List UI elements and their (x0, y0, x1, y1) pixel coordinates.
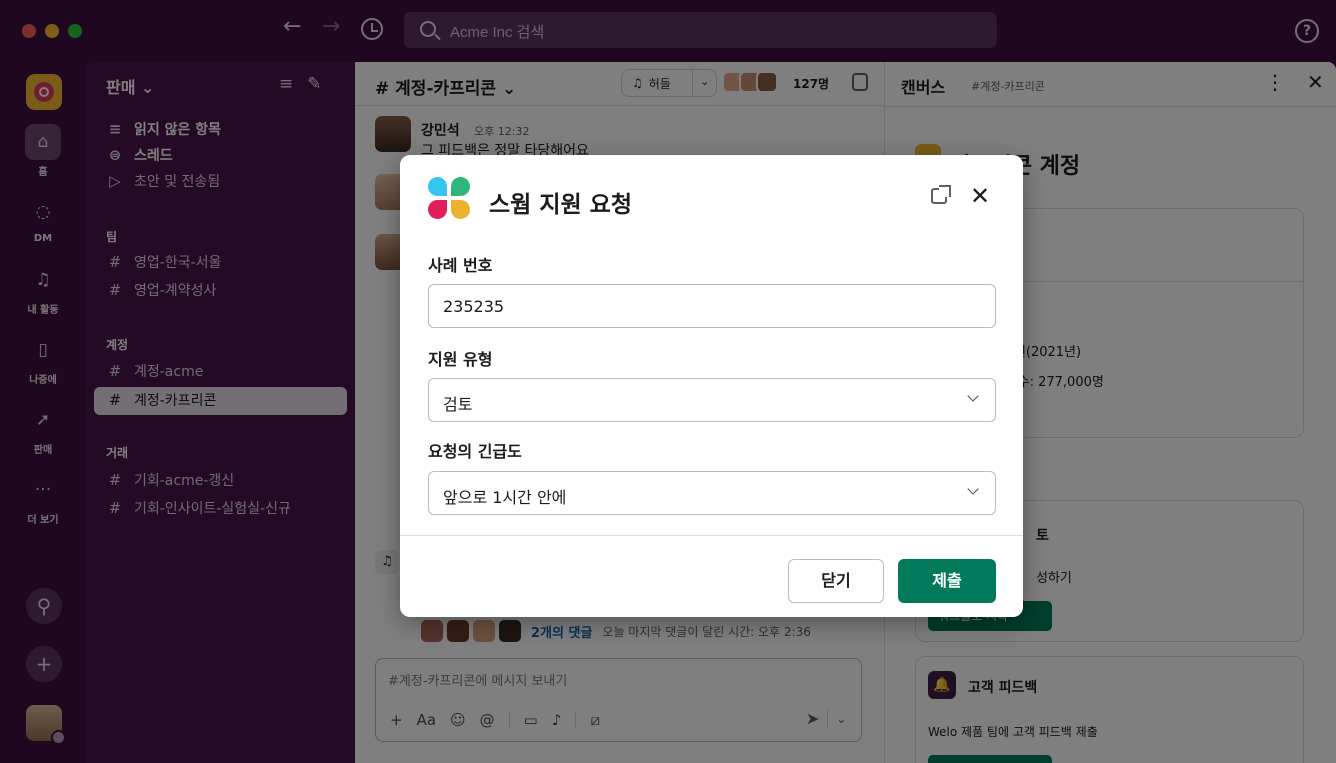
app-logo-icon (428, 177, 472, 221)
modal-title: 스웜 지원 요청 (489, 192, 632, 218)
submit-button[interactable]: 제출 (898, 559, 996, 603)
case-number-label: 사례 번호 (428, 256, 493, 275)
case-number-input[interactable]: 235235 (428, 284, 996, 328)
swarm-request-modal: 스웜 지원 요청 ✕ 사례 번호 235235 지원 유형 검토 요청의 긴급도… (400, 155, 1023, 617)
case-number-value: 235235 (443, 297, 505, 316)
support-type-value: 검토 (443, 395, 473, 414)
chevron-down-icon (967, 390, 979, 402)
external-link-icon[interactable] (931, 185, 951, 204)
support-type-select[interactable]: 검토 (428, 378, 996, 422)
close-button[interactable]: 닫기 (788, 559, 884, 603)
logo-segment (451, 200, 470, 219)
urgency-label: 요청의 긴급도 (428, 442, 522, 461)
support-type-label: 지원 유형 (428, 350, 493, 369)
modal-footer-divider (400, 535, 1023, 536)
chevron-down-icon (967, 483, 979, 495)
logo-segment (428, 200, 447, 219)
logo-segment (428, 177, 447, 196)
close-icon[interactable]: ✕ (970, 182, 990, 210)
logo-segment (451, 177, 470, 196)
urgency-select[interactable]: 앞으로 1시간 안에 (428, 471, 996, 515)
urgency-value: 앞으로 1시간 안에 (443, 488, 567, 507)
